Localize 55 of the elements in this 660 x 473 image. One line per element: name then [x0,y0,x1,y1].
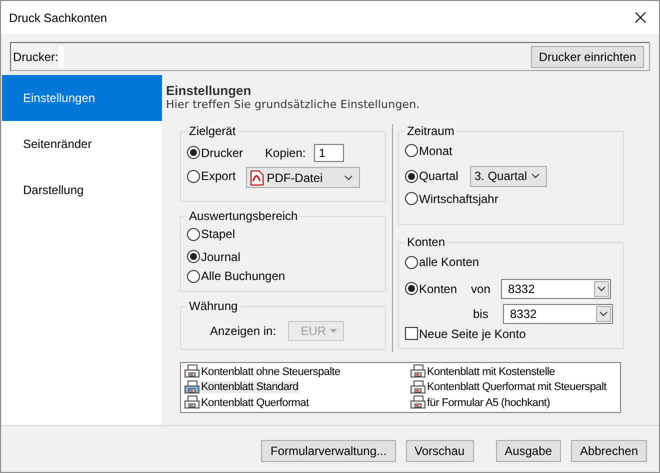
section-title: Einstellungen [166,83,252,98]
section-subtitle: Hier treffen Sie grundsätzliche Einstellungen. [166,98,421,112]
export-format-dropdown[interactable]: PDF-Datei [246,167,360,188]
currency-label: Anzeigen in: [210,324,276,338]
output-button[interactable]: Ausgabe [496,440,561,462]
radio-button[interactable]: Wirtschaftsjahr [405,192,498,206]
radio-button[interactable]: Journal [187,250,240,264]
group-title: Währung [188,299,239,313]
radio-button[interactable]: Quartal [405,169,458,184]
chevron-down-icon [597,286,606,292]
form-list-item[interactable]: Kontenblatt ohne Steuerspalte [184,364,410,380]
chevron-down-icon [531,173,540,179]
export-format-value: PDF-Datei [266,170,323,184]
radio-button[interactable]: Monat [405,144,452,158]
account-to-dropdown[interactable]: 8332 [503,304,613,324]
from-label: von [471,282,492,296]
printer-icon [184,395,200,410]
radio-button[interactable]: Konten [405,282,458,296]
printer-icon [410,395,426,410]
copies-field[interactable]: 1 [314,144,344,162]
pdf-file-icon [250,170,264,186]
printer-setup-button[interactable]: Drucker einrichten [531,46,644,68]
sidebar-item[interactable]: Einstellungen [2,75,162,121]
form-list-item[interactable]: für Formular A5 (hochkant) [410,395,620,410]
form-list-item[interactable]: Kontenblatt Querformat mit Steuerspalt [410,380,620,395]
copies-label: Kopien: [265,146,306,160]
printer-label: Drucker: [13,50,58,64]
preview-button[interactable]: Vorschau [406,440,474,462]
radio-button[interactable]: Alle Buchungen [187,269,286,284]
group-title: Zielgerät [188,124,237,138]
window-title: Druck Sachkonten [9,10,108,24]
form-list-item[interactable]: Kontenblatt Querformat [184,395,410,410]
radio-button[interactable]: Drucker [187,146,244,160]
quarter-dropdown[interactable]: 3. Quartal [470,166,548,186]
form-manager-button[interactable]: Formularverwaltung... [261,440,396,462]
sidebar-item[interactable]: Seitenränder [2,121,162,167]
radio-button[interactable]: Export [187,169,236,184]
chevron-down-icon [599,310,608,316]
chevron-down-icon [344,174,353,180]
account-from-dropdown[interactable]: 8332 [501,278,612,298]
radio-button[interactable]: Stapel [187,227,236,242]
group-title: Zeitraum [406,124,456,138]
cancel-button[interactable]: Abbrechen [570,440,647,462]
printer-icon [184,380,200,395]
group-title: Konten [406,235,446,249]
close-icon[interactable] [635,12,646,23]
sidebar-item[interactable]: Darstellung [2,167,162,213]
form-list-item[interactable]: Kontenblatt mit Kostenstelle [410,364,620,380]
checkbox[interactable]: Neue Seite je Konto [405,326,526,341]
caret-down-icon [330,328,338,332]
group-title: Auswertungsbereich [188,209,299,223]
to-label: bis [473,306,490,320]
radio-button[interactable]: alle Konten [405,255,480,270]
form-list-item[interactable]: Kontenblatt Standard [184,380,410,395]
printer-icon [410,380,426,395]
